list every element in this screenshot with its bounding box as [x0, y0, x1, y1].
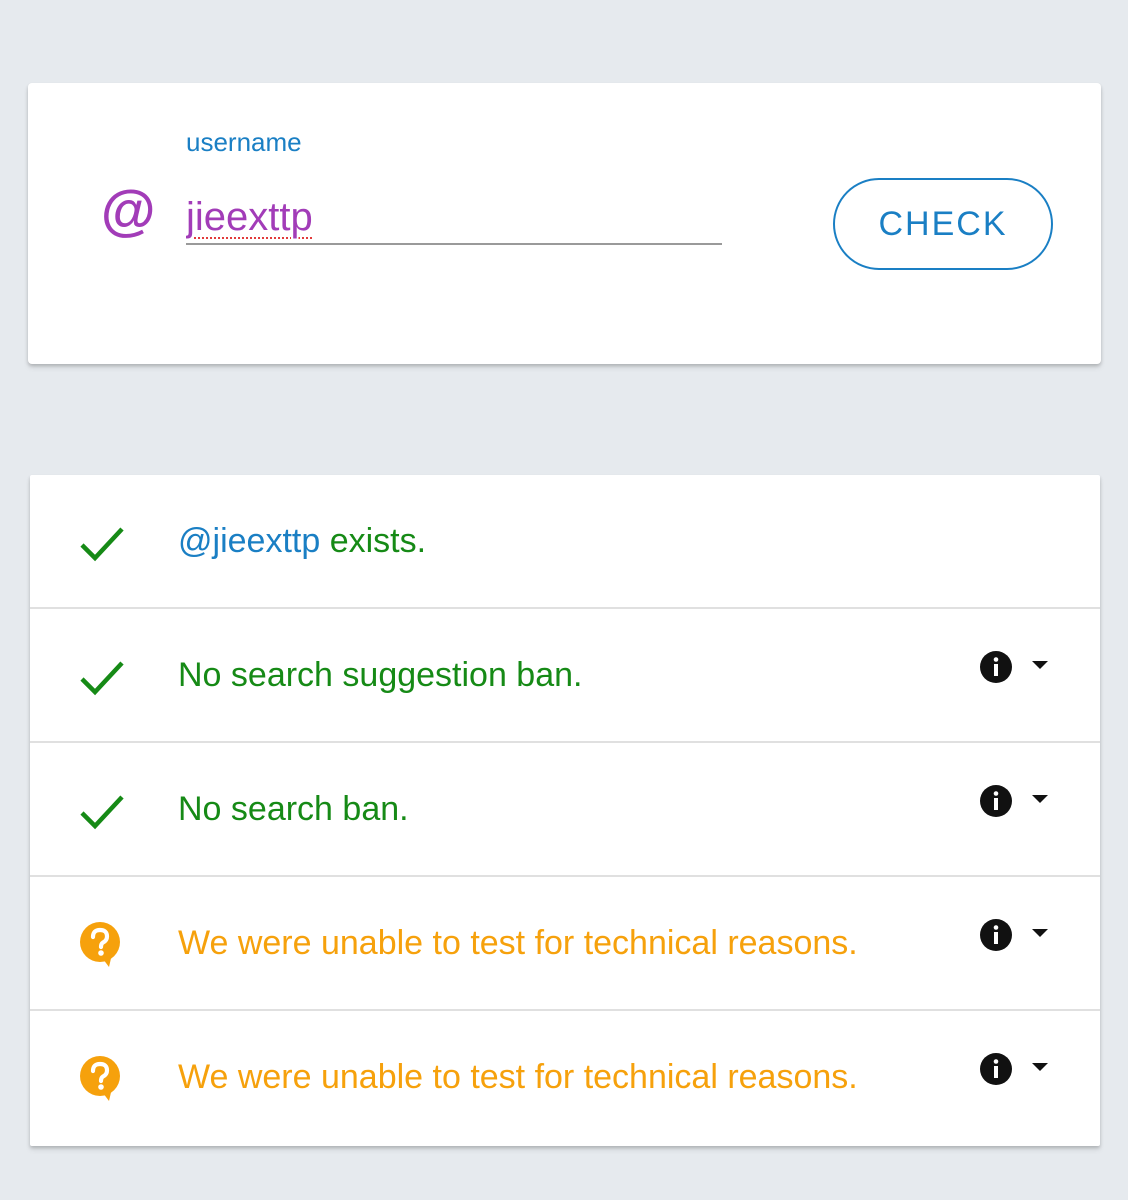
info-toggle[interactable]: [980, 649, 1060, 689]
results-list: @jieexttp exists. No search suggestion b…: [30, 475, 1100, 1146]
result-text: @jieexttp exists.: [178, 519, 426, 563]
check-mark-icon: [80, 527, 124, 562]
check-mark-icon: [80, 661, 124, 696]
help-question-icon: [80, 922, 120, 967]
info-toggle[interactable]: [980, 917, 1060, 957]
caret-down-icon: [1032, 1063, 1048, 1071]
info-icon: [980, 1053, 1012, 1085]
result-row-suggestion-ban: No search suggestion ban.: [30, 609, 1100, 743]
result-row-unable-1: We were unable to test for technical rea…: [30, 877, 1100, 1011]
result-row-search-ban: No search ban.: [30, 743, 1100, 877]
result-row-unable-2: We were unable to test for technical rea…: [30, 1011, 1100, 1145]
at-sign-icon: @: [100, 179, 155, 242]
result-text: No search ban.: [178, 790, 409, 828]
username-mention[interactable]: @jieexttp: [178, 522, 320, 560]
username-card: username @ CHECK: [28, 83, 1101, 364]
result-row-exists: @jieexttp exists.: [30, 475, 1100, 609]
info-toggle[interactable]: [980, 1051, 1060, 1091]
caret-down-icon: [1032, 795, 1048, 803]
help-question-icon: [80, 1056, 120, 1101]
username-input[interactable]: [186, 191, 722, 245]
info-icon: [980, 785, 1012, 817]
result-text: We were unable to test for technical rea…: [178, 924, 858, 962]
check-mark-icon: [80, 795, 124, 830]
check-button[interactable]: CHECK: [833, 178, 1053, 270]
username-label: username: [186, 127, 302, 157]
result-text: No search suggestion ban.: [178, 656, 583, 694]
result-text-suffix: exists.: [320, 522, 427, 560]
info-icon: [980, 919, 1012, 951]
caret-down-icon: [1032, 661, 1048, 669]
result-text: We were unable to test for technical rea…: [178, 1058, 858, 1096]
caret-down-icon: [1032, 929, 1048, 937]
info-icon: [980, 651, 1012, 683]
info-toggle[interactable]: [980, 783, 1060, 823]
